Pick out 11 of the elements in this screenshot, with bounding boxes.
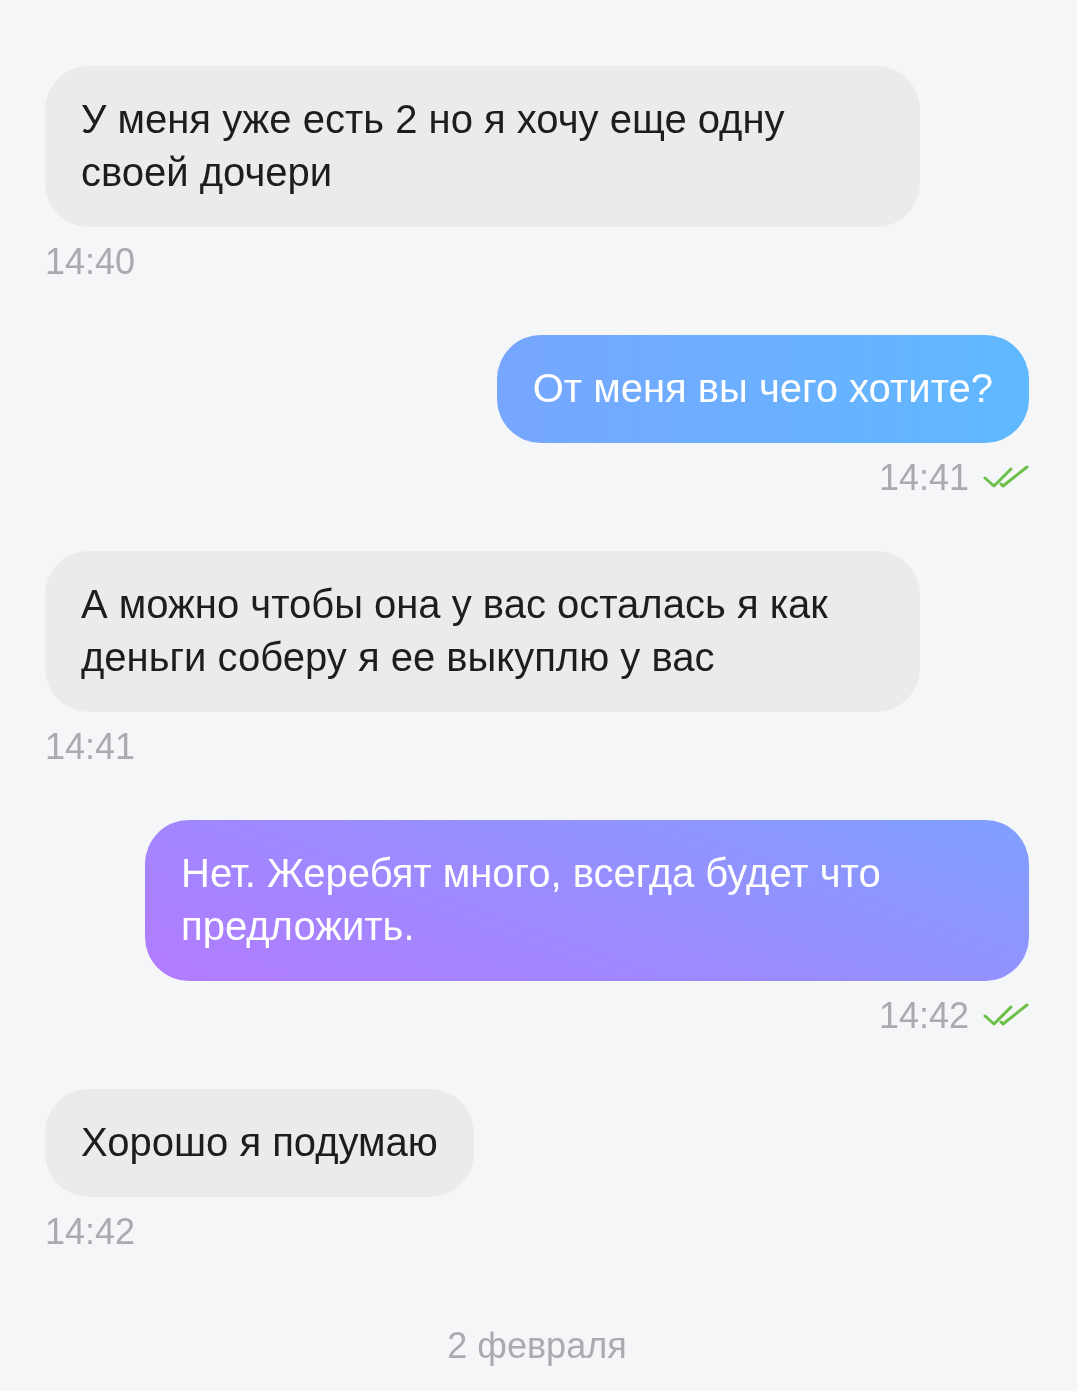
message-time: 14:42 (878, 995, 969, 1037)
message-time: 14:40 (45, 241, 136, 283)
incoming-message-bubble: А можно чтобы она у вас осталась я как деньги соберу я ее выкуплю у вас (45, 551, 920, 712)
message-time: 14:41 (45, 726, 136, 768)
incoming-message-bubble: У меня уже есть 2 но я хочу еще одну своей дочери (45, 66, 920, 227)
incoming-message-bubble: Хорошо я подумаю (45, 1089, 474, 1197)
outgoing-message-bubble: Нет. Жеребят много, всегда будет что предложить. (145, 820, 1029, 981)
date-separator: 2 февраля (447, 1325, 627, 1367)
outgoing-message-bubble: От меня вы чего хотите? (496, 335, 1029, 443)
message-time: 14:42 (45, 1211, 136, 1253)
message-time: 14:41 (878, 457, 969, 499)
